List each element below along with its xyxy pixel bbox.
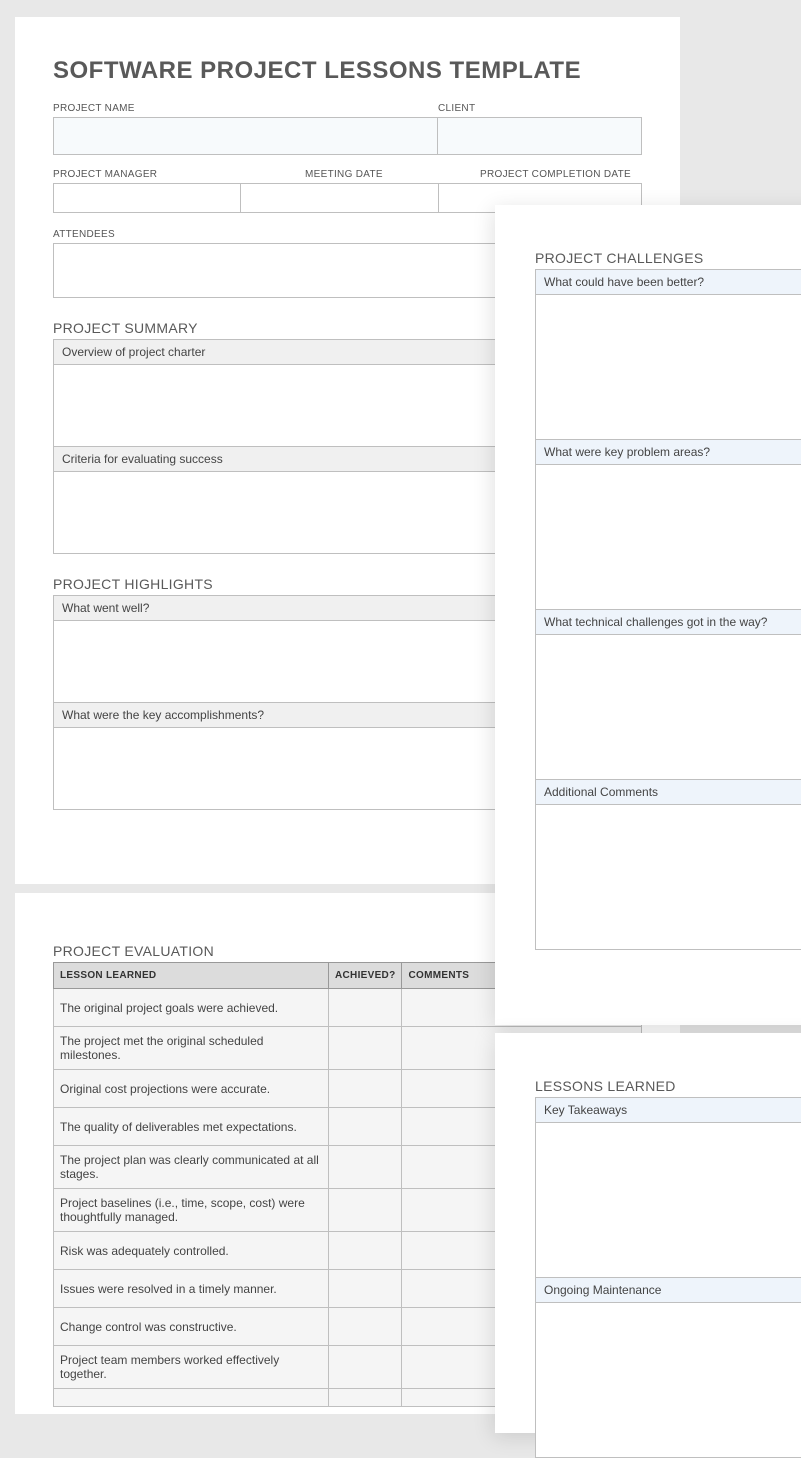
empty-cell — [54, 1389, 329, 1407]
achieved-cell[interactable] — [329, 1146, 402, 1189]
lesson-cell: Project baselines (i.e., time, scope, co… — [54, 1189, 329, 1232]
subheader-technical: What technical challenges got in the way… — [535, 610, 801, 635]
label-client: CLIENT — [438, 103, 642, 114]
subheader-additional: Additional Comments — [535, 780, 801, 805]
label-project-manager: PROJECT MANAGER — [53, 169, 305, 180]
input-better[interactable] — [535, 295, 801, 440]
th-lesson: LESSON LEARNED — [54, 963, 329, 989]
input-project-name[interactable] — [53, 117, 438, 155]
input-takeaways[interactable] — [535, 1123, 801, 1278]
subheader-better: What could have been better? — [535, 269, 801, 295]
achieved-cell[interactable] — [329, 1308, 402, 1346]
page-3: PROJECT CHALLENGES What could have been … — [495, 205, 801, 1025]
lesson-cell: The quality of deliverables met expectat… — [54, 1108, 329, 1146]
achieved-cell[interactable] — [329, 1270, 402, 1308]
lesson-cell: Risk was adequately controlled. — [54, 1232, 329, 1270]
input-meeting-date[interactable] — [241, 183, 439, 213]
input-technical[interactable] — [535, 635, 801, 780]
lesson-cell: The original project goals were achieved… — [54, 989, 329, 1027]
label-meeting-date: MEETING DATE — [305, 169, 480, 180]
achieved-cell[interactable] — [329, 1232, 402, 1270]
achieved-cell[interactable] — [329, 1108, 402, 1146]
input-client[interactable] — [438, 117, 642, 155]
lesson-cell: Original cost projections were accurate. — [54, 1070, 329, 1108]
subheader-problem-areas: What were key problem areas? — [535, 440, 801, 465]
lesson-cell: The project met the original scheduled m… — [54, 1027, 329, 1070]
achieved-cell[interactable] — [329, 1070, 402, 1108]
document-title: SOFTWARE PROJECT LESSONS TEMPLATE — [53, 57, 642, 85]
achieved-cell[interactable] — [329, 1189, 402, 1232]
lesson-cell: Change control was constructive. — [54, 1308, 329, 1346]
heading-lessons-learned: LESSONS LEARNED — [535, 1078, 801, 1094]
empty-cell — [329, 1389, 402, 1407]
input-problem-areas[interactable] — [535, 465, 801, 610]
subheader-maintenance: Ongoing Maintenance — [535, 1278, 801, 1303]
input-additional[interactable] — [535, 805, 801, 950]
heading-project-challenges: PROJECT CHALLENGES — [535, 250, 801, 266]
th-achieved: ACHIEVED? — [329, 963, 402, 989]
label-completion-date: PROJECT COMPLETION DATE — [480, 169, 642, 180]
achieved-cell[interactable] — [329, 1027, 402, 1070]
input-maintenance[interactable] — [535, 1303, 801, 1458]
lesson-cell: Issues were resolved in a timely manner. — [54, 1270, 329, 1308]
page-4: LESSONS LEARNED Key Takeaways Ongoing Ma… — [495, 1033, 801, 1433]
achieved-cell[interactable] — [329, 989, 402, 1027]
lesson-cell: Project team members worked effectively … — [54, 1346, 329, 1389]
subheader-takeaways: Key Takeaways — [535, 1097, 801, 1123]
lesson-cell: The project plan was clearly communicate… — [54, 1146, 329, 1189]
input-project-manager[interactable] — [53, 183, 241, 213]
label-project-name: PROJECT NAME — [53, 103, 438, 114]
achieved-cell[interactable] — [329, 1346, 402, 1389]
